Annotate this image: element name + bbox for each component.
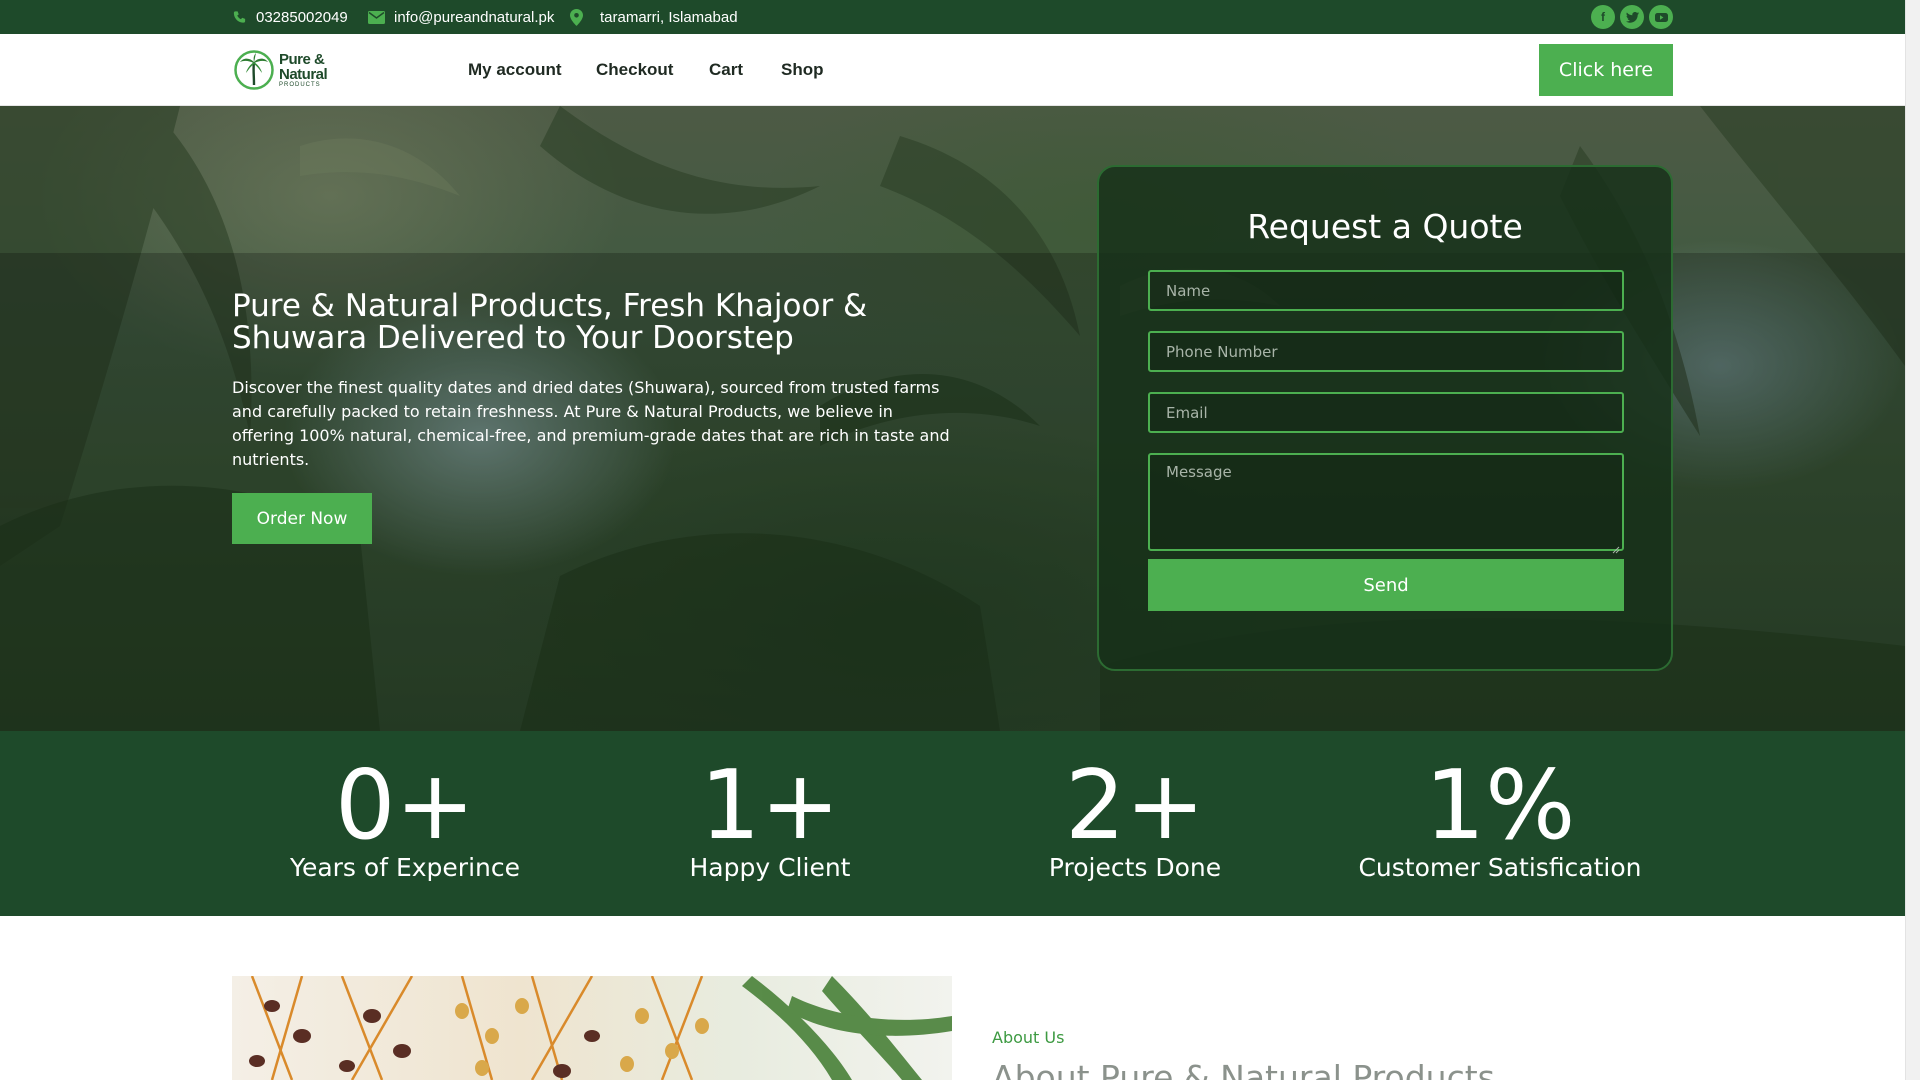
logo-wordmark: Pure & Natural PRODUCTS — [279, 50, 328, 89]
youtube-icon[interactable] — [1649, 5, 1673, 29]
twitter-icon[interactable] — [1620, 5, 1644, 29]
site-logo[interactable]: Pure & Natural PRODUCTS — [233, 48, 333, 92]
nav-checkout[interactable]: Checkout — [596, 34, 673, 106]
hero-description: Discover the finest quality dates and dr… — [232, 378, 950, 469]
name-field[interactable]: Name — [1148, 270, 1624, 311]
nav-cart[interactable]: Cart — [709, 34, 743, 106]
send-button[interactable]: Send — [1148, 559, 1624, 611]
click-here-button[interactable]: Click here — [1539, 44, 1673, 96]
palm-logo-icon — [234, 50, 274, 90]
phone-contact[interactable]: 03285002049 — [232, 0, 348, 34]
order-now-button[interactable]: Order Now — [232, 493, 372, 544]
resize-handle-icon[interactable] — [1612, 539, 1620, 554]
about-title: About Pure & Natural Products — [992, 1058, 1495, 1080]
stats-section: 0+ Years of Experince 1+ Happy Client 2+… — [0, 731, 1905, 916]
logo-line-1: Pure & — [279, 50, 325, 68]
logo-line-3: PRODUCTS — [279, 81, 321, 88]
location-text: taramarri, Islamabad — [600, 8, 738, 26]
stat-label: Years of Experince — [290, 853, 520, 882]
stat-value: 0+ — [334, 751, 476, 861]
hero-section: Pure & Natural Products, Fresh Khajoor &… — [0, 106, 1905, 731]
phone-field[interactable]: Phone Number — [1148, 331, 1624, 372]
envelope-icon — [368, 10, 385, 24]
phone-number: 03285002049 — [256, 8, 348, 26]
stat-label: Happy Client — [689, 853, 851, 882]
nav-my-account[interactable]: My account — [468, 34, 562, 106]
quote-form-title: Request a Quote — [1247, 207, 1523, 246]
about-eyebrow: About Us — [992, 1028, 1065, 1047]
email-field[interactable]: Email — [1148, 392, 1624, 433]
stat-label: Customer Satisfication — [1358, 853, 1642, 882]
stat-value: 1+ — [699, 751, 841, 861]
stat-label: Projects Done — [1048, 853, 1222, 882]
email-address: info@pureandnatural.pk — [394, 8, 555, 26]
facebook-icon[interactable]: f — [1591, 5, 1615, 29]
hero-title: Pure & Natural Products, Fresh Khajoor &… — [232, 288, 868, 356]
location-contact: taramarri, Islamabad — [570, 0, 738, 34]
nav-shop[interactable]: Shop — [781, 34, 824, 106]
page: 03285002049 info@pureandnatural.pk taram… — [0, 0, 1905, 1080]
quote-form-card: Request a Quote Name Phone Number Email … — [1097, 165, 1673, 671]
phone-icon — [232, 10, 247, 25]
stat-value: 1% — [1424, 751, 1576, 861]
map-pin-icon — [570, 8, 583, 26]
page-scrollbar[interactable] — [1905, 0, 1920, 1080]
logo-line-2: Natural — [279, 65, 328, 83]
stat-value: 2+ — [1064, 751, 1206, 861]
message-field[interactable]: Message — [1148, 453, 1624, 551]
dates-photo — [249, 976, 952, 1080]
site-header: Pure & Natural PRODUCTS My account Check… — [0, 34, 1905, 106]
about-image-dates — [232, 976, 952, 1080]
email-contact[interactable]: info@pureandnatural.pk — [368, 0, 554, 34]
top-bar: 03285002049 info@pureandnatural.pk taram… — [0, 0, 1905, 34]
